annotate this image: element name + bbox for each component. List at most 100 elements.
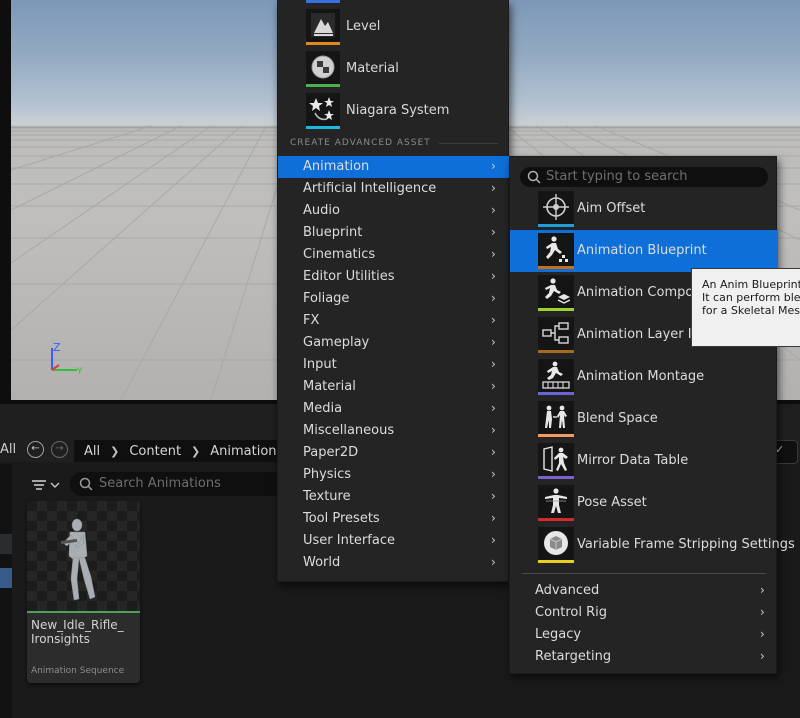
chevron-right-icon: › (491, 467, 496, 481)
category-input[interactable]: Input › (278, 354, 510, 376)
chevron-right-icon: › (491, 379, 496, 393)
folder-tree-panel[interactable] (0, 464, 12, 718)
niagara-color-strip (306, 126, 340, 129)
character-icon (60, 518, 96, 601)
all-label[interactable]: All (0, 442, 16, 457)
category-label: User Interface (303, 533, 395, 548)
tooltip-line: An Anim Blueprint (702, 278, 800, 291)
asset-name: New_Idle_Rifle_ Ironsights (31, 618, 124, 646)
category-label: Miscellaneous (303, 423, 395, 438)
category-label: Editor Utilities (303, 269, 395, 284)
chevron-right-icon: › (491, 335, 496, 349)
submenu-item-label: Pose Asset (577, 495, 647, 510)
submenu-item-mirror-data-table[interactable]: Mirror Data Table (510, 440, 778, 482)
submenu-category-label: Legacy (535, 627, 582, 642)
breadcrumb-all[interactable]: All (84, 444, 100, 459)
category-physics[interactable]: Physics › (278, 464, 510, 486)
submenu-divider (522, 573, 766, 574)
back-arrow-icon[interactable]: ← (27, 441, 44, 458)
asset-tile[interactable]: New_Idle_Rifle_ Ironsights Animation Seq… (27, 501, 140, 683)
category-label: Paper2D (303, 445, 359, 460)
category-world[interactable]: World › (278, 552, 510, 574)
category-label: Input (303, 357, 337, 372)
chevron-right-icon: › (760, 649, 765, 663)
category-paper2d[interactable]: Paper2D › (278, 442, 510, 464)
category-material[interactable]: Material › (278, 376, 510, 398)
breadcrumb-separator-icon[interactable]: ❯ (191, 445, 200, 458)
category-blueprint[interactable]: Blueprint › (278, 222, 510, 244)
category-label: Material (303, 379, 356, 394)
category-fx[interactable]: FX › (278, 310, 510, 332)
submenu-item-label: Mirror Data Table (577, 453, 689, 468)
submenu-search-input[interactable]: Start typing to search (520, 167, 768, 187)
category-texture[interactable]: Texture › (278, 486, 510, 508)
category-miscellaneous[interactable]: Miscellaneous › (278, 420, 510, 442)
breadcrumb-animations[interactable]: Animations (210, 444, 283, 459)
menu-item-material-label: Material (346, 61, 399, 76)
filter-icon[interactable] (30, 476, 64, 494)
editor-window: Y Z All ← → All ❯ Content ❯ Animations ✓ (0, 0, 800, 718)
animation-submenu: Start typing to search Aim Offset Animat… (509, 156, 795, 674)
breadcrumb-separator-icon[interactable]: ❯ (110, 445, 119, 458)
svg-text:Y: Y (76, 367, 83, 377)
variable-frame-stripping-icon (538, 527, 574, 563)
pose-asset-icon (538, 485, 574, 521)
menu-item-niagara-system[interactable]: Niagara System (278, 90, 510, 132)
breadcrumb-content[interactable]: Content (129, 444, 181, 459)
submenu-category-legacy[interactable]: Legacy › (510, 624, 778, 646)
forward-arrow-icon[interactable]: → (51, 441, 68, 458)
chevron-right-icon: › (491, 445, 496, 459)
chevron-right-icon: › (760, 583, 765, 597)
menu-item-material[interactable]: Material (278, 48, 510, 90)
category-media[interactable]: Media › (278, 398, 510, 420)
submenu-category-label: Advanced (535, 583, 600, 598)
section-header: CREATE ADVANCED ASSET (290, 138, 498, 148)
tooltip-line: It can perform blen (702, 291, 800, 304)
submenu-item-label: Blend Space (577, 411, 658, 426)
chevron-right-icon: › (491, 357, 496, 371)
chevron-right-icon: › (491, 159, 496, 173)
category-foliage[interactable]: Foliage › (278, 288, 510, 310)
add-asset-menu: Level Material Niagara System CREATE ADV… (277, 0, 510, 582)
submenu-category-control-rig[interactable]: Control Rig › (510, 602, 778, 624)
submenu-item-animation-montage[interactable]: Animation Montage (510, 356, 778, 398)
category-label: Physics (303, 467, 352, 482)
asset-search-input[interactable]: Search Animations (70, 472, 284, 496)
chevron-right-icon: › (491, 269, 496, 283)
chevron-right-icon: › (491, 225, 496, 239)
submenu-category-retargeting[interactable]: Retargeting › (510, 646, 778, 668)
chevron-right-icon: › (491, 423, 496, 437)
category-label: FX (303, 313, 320, 328)
category-tool-presets[interactable]: Tool Presets › (278, 508, 510, 530)
category-label: Artificial Intelligence (303, 181, 437, 196)
submenu-item-blend-space[interactable]: Blend Space (510, 398, 778, 440)
chevron-right-icon: › (491, 247, 496, 261)
tooltip: An Anim Blueprint It can perform blen fo… (691, 268, 800, 347)
animation-montage-color-strip (538, 392, 574, 395)
menu-item-level[interactable]: Level (278, 6, 510, 48)
chevron-right-icon: › (491, 511, 496, 525)
folder-row-selected[interactable] (0, 568, 12, 588)
folder-row[interactable] (0, 534, 12, 554)
submenu-item-pose-asset[interactable]: Pose Asset (510, 482, 778, 524)
category-label: Tool Presets (303, 511, 380, 526)
menu-item-level-label: Level (346, 19, 381, 34)
category-artificial-intelligence[interactable]: Artificial Intelligence › (278, 178, 510, 200)
animation-layer-interface-icon (538, 317, 574, 353)
submenu-item-variable-frame-stripping-settings[interactable]: Variable Frame Stripping Settings (510, 524, 795, 566)
category-user-interface[interactable]: User Interface › (278, 530, 510, 552)
submenu-item-animation-blueprint[interactable]: Animation Blueprint (510, 230, 778, 272)
category-label: Animation (303, 159, 370, 174)
material-color-strip (306, 84, 340, 87)
category-audio[interactable]: Audio › (278, 200, 510, 222)
category-editor-utilities[interactable]: Editor Utilities › (278, 266, 510, 288)
submenu-item-label: Animation Montage (577, 369, 705, 384)
category-cinematics[interactable]: Cinematics › (278, 244, 510, 266)
category-label: Foliage (303, 291, 350, 306)
category-label: Media (303, 401, 343, 416)
submenu-category-advanced[interactable]: Advanced › (510, 580, 778, 602)
category-animation[interactable]: Animation › (278, 156, 510, 178)
aim-offset-icon (538, 191, 574, 227)
category-gameplay[interactable]: Gameplay › (278, 332, 510, 354)
submenu-item-aim-offset[interactable]: Aim Offset (510, 188, 778, 230)
